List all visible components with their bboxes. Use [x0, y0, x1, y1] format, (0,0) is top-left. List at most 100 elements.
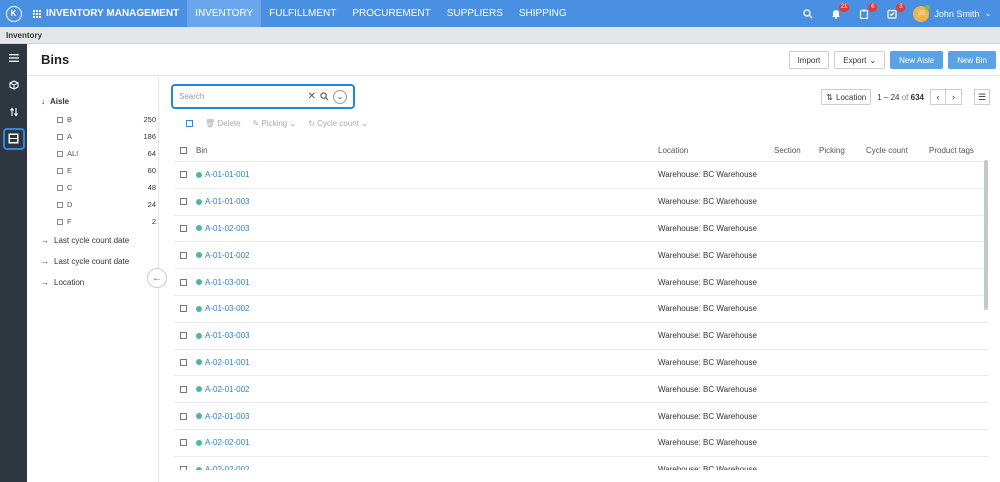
table-row[interactable]: A-02-01-001 Warehouse: BC Warehouse [174, 350, 988, 377]
checkbox[interactable] [57, 201, 63, 208]
checkbox[interactable] [57, 116, 63, 123]
search-input[interactable] [179, 92, 308, 101]
column-header-section[interactable]: Section [774, 146, 819, 155]
column-header-bin[interactable]: Bin [196, 146, 658, 155]
aisle-facet-d[interactable]: D 24 [41, 196, 158, 213]
column-header-cycle-count[interactable]: Cycle count [866, 146, 929, 155]
row-checkbox[interactable] [180, 305, 187, 313]
bin-link[interactable]: A-02-02-002 [205, 465, 249, 470]
table-row[interactable]: A-01-01-003 Warehouse: BC Warehouse [174, 189, 988, 216]
row-checkbox[interactable] [180, 358, 187, 366]
app-logo[interactable]: K [0, 0, 27, 27]
aisle-facet-ali[interactable]: ALI 64 [41, 145, 158, 162]
export-button[interactable]: Export ⌄ [834, 51, 886, 69]
bin-link[interactable]: A-01-02-003 [205, 224, 249, 233]
header-checkbox[interactable] [180, 147, 187, 154]
picking-button[interactable]: ✎ Picking ⌄ [253, 119, 297, 128]
aisle-facet-a[interactable]: A 186 [41, 128, 158, 145]
new-aisle-button[interactable]: New Aisle [890, 51, 944, 69]
rail-bins[interactable] [0, 125, 27, 152]
row-checkbox[interactable] [180, 198, 187, 206]
sort-button[interactable]: ⇅ Location [821, 89, 872, 105]
rail-products[interactable] [0, 71, 27, 98]
facet-count: 24 [147, 200, 156, 209]
nav-suppliers[interactable]: SUPPLIERS [439, 0, 511, 27]
row-checkbox[interactable] [180, 171, 187, 179]
app-switcher[interactable]: INVENTORY MANAGEMENT [27, 0, 187, 27]
clear-icon[interactable]: ✕ [308, 91, 316, 102]
nav-inventory[interactable]: INVENTORY [187, 0, 262, 27]
table-row[interactable]: A-01-02-003 Warehouse: BC Warehouse [174, 216, 988, 243]
new-bin-button[interactable]: New Bin [948, 51, 996, 69]
search-options-chevron-icon[interactable]: ⌄ [333, 89, 347, 104]
table-row[interactable]: A-01-03-003 Warehouse: BC Warehouse [174, 323, 988, 350]
checkbox[interactable] [57, 167, 63, 174]
view-options-button[interactable]: ☰ [974, 89, 990, 105]
checkbox[interactable] [57, 184, 63, 191]
bin-link[interactable]: A-01-01-002 [205, 251, 249, 260]
table-scrollbar[interactable] [984, 160, 988, 310]
aisle-facet-b[interactable]: B 250 [41, 111, 158, 128]
nav-procurement[interactable]: PROCUREMENT [344, 0, 438, 27]
notifications-button[interactable]: 21 [829, 2, 850, 21]
nav-shipping[interactable]: SHIPPING [511, 0, 575, 27]
checkbox[interactable] [57, 150, 63, 157]
bin-link[interactable]: A-02-01-003 [205, 412, 249, 421]
column-header-product-tags[interactable]: Product tags [929, 146, 988, 155]
rail-transfers[interactable] [0, 98, 27, 125]
select-all-checkbox[interactable] [186, 120, 193, 127]
aisle-facet-e[interactable]: E 60 [41, 162, 158, 179]
aisle-facet-f[interactable]: F2 [41, 213, 158, 230]
aisle-facet-c[interactable]: C 48 [41, 179, 158, 196]
row-checkbox[interactable] [180, 439, 187, 447]
cycle-count-button[interactable]: ↻ Cycle count ⌄ [308, 119, 368, 128]
row-checkbox[interactable] [180, 278, 187, 286]
table-row[interactable]: A-02-02-002 Warehouse: BC Warehouse [174, 457, 988, 470]
nav-fulfillment[interactable]: FULFILLMENT [261, 0, 344, 27]
search-icon[interactable] [320, 92, 329, 101]
row-checkbox[interactable] [180, 251, 187, 259]
table-row[interactable]: A-01-01-002 Warehouse: BC Warehouse [174, 242, 988, 270]
location-filter[interactable]: → Location [41, 272, 158, 293]
bin-location: Warehouse: BC Warehouse [658, 411, 758, 421]
import-button[interactable]: Import [788, 51, 830, 69]
bin-link[interactable]: A-01-01-003 [205, 197, 249, 206]
bin-link[interactable]: A-01-01-001 [205, 170, 249, 179]
table-row[interactable]: A-02-01-002 Warehouse: BC Warehouse [174, 376, 988, 404]
table-row[interactable]: A-01-03-002 Warehouse: BC Warehouse [174, 296, 988, 323]
user-menu[interactable]: JS John Smith ⌄ [913, 4, 992, 22]
table-row[interactable]: A-01-01-001 Warehouse: BC Warehouse [174, 162, 988, 189]
facet-name: B [67, 115, 73, 124]
table-row[interactable]: A-02-01-003 Warehouse: BC Warehouse [174, 403, 988, 430]
last-cycle-count-filter[interactable]: → Last cycle count date [41, 230, 158, 251]
column-header-location[interactable]: Location [658, 146, 774, 155]
table-row[interactable]: A-02-02-001 Warehouse: BC Warehouse [174, 430, 988, 457]
bin-link[interactable]: A-02-01-002 [205, 385, 249, 394]
aisle-filter-toggle[interactable]: ↓ Aisle [41, 97, 158, 106]
table-row[interactable]: A-01-03-001 Warehouse: BC Warehouse [174, 269, 988, 296]
row-checkbox[interactable] [180, 412, 187, 420]
row-checkbox[interactable] [180, 332, 187, 340]
next-page-button[interactable]: › [946, 89, 962, 105]
checkbox[interactable] [57, 218, 63, 225]
delete-button[interactable]: 🗑 Delete [205, 119, 241, 128]
row-checkbox[interactable] [180, 466, 187, 470]
page-title: Bins [41, 52, 70, 67]
row-checkbox[interactable] [180, 385, 187, 393]
bin-link[interactable]: A-01-03-003 [205, 331, 249, 340]
bin-link[interactable]: A-02-02-001 [205, 438, 249, 447]
last-cycle-count-filter-2[interactable]: → Last cycle count date [41, 251, 158, 272]
tasks-button[interactable]: 6 [857, 2, 878, 21]
bin-link[interactable]: A-02-01-001 [205, 358, 249, 367]
menu-button[interactable] [0, 44, 27, 71]
checkbox[interactable] [57, 133, 63, 140]
column-header-picking[interactable]: Picking [819, 146, 866, 155]
global-search-button[interactable] [801, 7, 815, 21]
bin-link[interactable]: A-01-03-001 [205, 278, 249, 287]
bin-link[interactable]: A-01-03-002 [205, 304, 249, 313]
approvals-button[interactable]: 3 [885, 2, 906, 21]
previous-page-button[interactable]: ‹ [930, 89, 946, 105]
row-checkbox[interactable] [180, 224, 187, 232]
search-box[interactable]: ✕ ⌄ [171, 84, 355, 109]
collapse-filters-button[interactable]: ← [147, 268, 167, 288]
